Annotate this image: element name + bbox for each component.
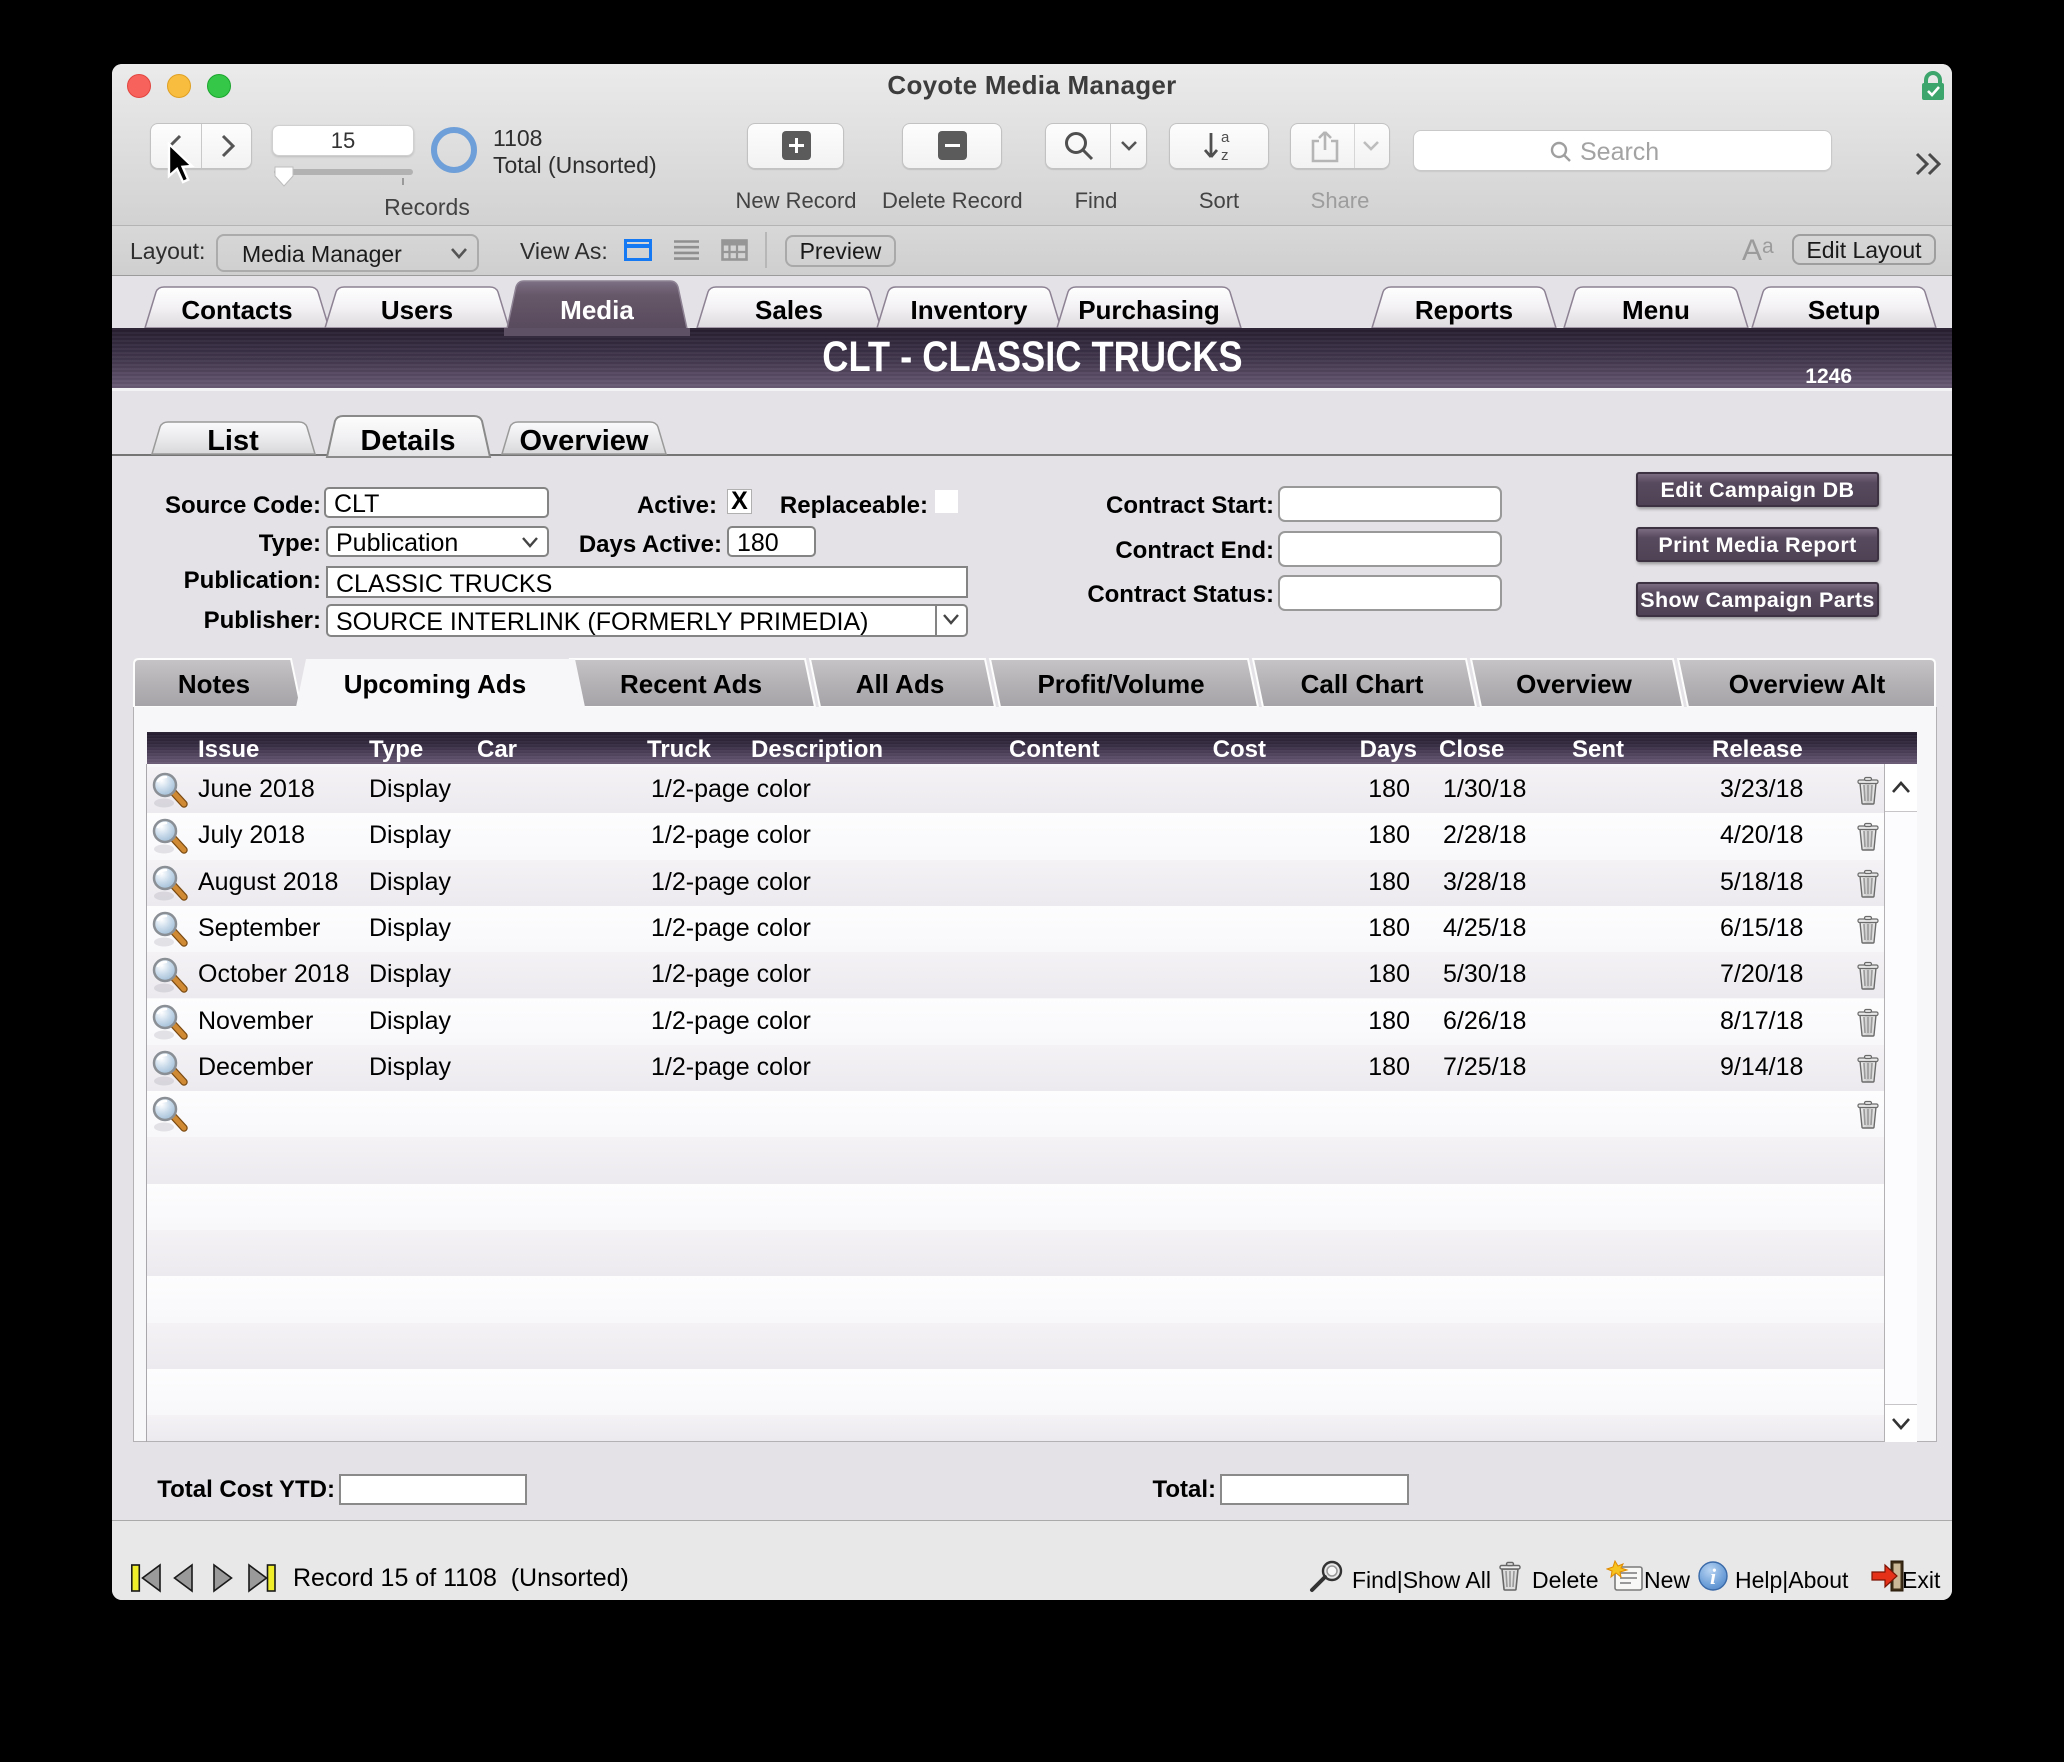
svg-text:Profit/Volume: Profit/Volume — [1037, 669, 1204, 699]
svg-text:Call Chart: Call Chart — [1301, 669, 1424, 699]
svg-text:a: a — [1221, 129, 1230, 146]
svg-text:Notes: Notes — [178, 669, 250, 699]
svg-text:Contacts: Contacts — [181, 295, 292, 325]
svg-text:z: z — [1221, 147, 1229, 164]
svg-text:Inventory: Inventory — [910, 295, 1028, 325]
svg-text:i: i — [1710, 1564, 1717, 1589]
svg-text:Users: Users — [381, 295, 453, 325]
svg-text:Upcoming Ads: Upcoming Ads — [344, 669, 526, 699]
svg-text:Recent Ads: Recent Ads — [620, 669, 762, 699]
svg-text:Overview Alt: Overview Alt — [1729, 669, 1886, 699]
svg-text:All Ads: All Ads — [856, 669, 945, 699]
svg-text:Overview: Overview — [520, 425, 649, 457]
svg-text:Reports: Reports — [1415, 295, 1513, 325]
svg-text:Sales: Sales — [755, 295, 823, 325]
svg-text:Media: Media — [560, 295, 634, 325]
svg-text:Setup: Setup — [1808, 295, 1880, 325]
svg-text:List: List — [207, 425, 259, 457]
svg-text:Overview: Overview — [1516, 669, 1632, 699]
svg-text:Details: Details — [360, 425, 455, 457]
svg-text:Menu: Menu — [1622, 295, 1690, 325]
svg-text:Purchasing: Purchasing — [1078, 295, 1220, 325]
